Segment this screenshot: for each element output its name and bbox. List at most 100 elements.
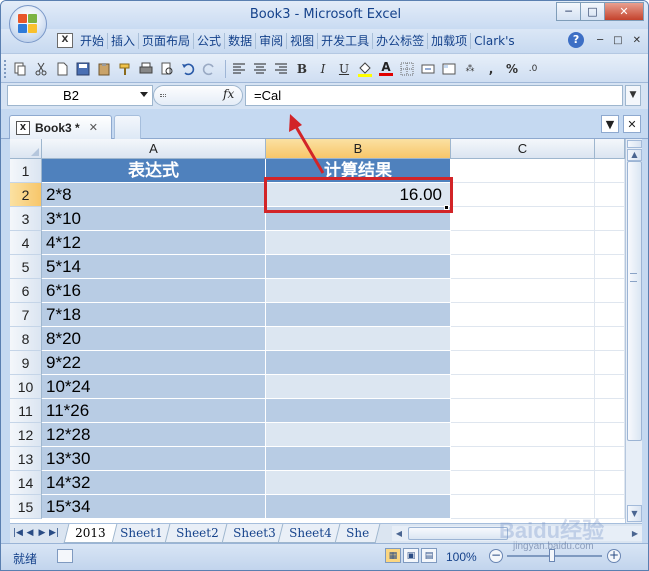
- borders-icon[interactable]: [398, 60, 416, 78]
- cell-c[interactable]: [451, 423, 595, 447]
- save-icon[interactable]: [74, 60, 92, 78]
- cell-a[interactable]: 14*32: [42, 471, 266, 495]
- column-header-d[interactable]: [595, 139, 625, 159]
- new-doc-icon[interactable]: [53, 60, 71, 78]
- tab-formulas[interactable]: 公式: [194, 33, 226, 49]
- cell-a[interactable]: 11*26: [42, 399, 266, 423]
- cell-a[interactable]: 10*24: [42, 375, 266, 399]
- sheet-tab-sheet1[interactable]: Sheet1: [108, 524, 174, 543]
- cell-b[interactable]: [266, 423, 451, 447]
- row-header[interactable]: 12: [10, 423, 42, 447]
- scissors-icon[interactable]: [32, 60, 50, 78]
- cell-a[interactable]: 5*14: [42, 255, 266, 279]
- vertical-scrollbar[interactable]: ▲ ▼: [625, 139, 642, 523]
- row-header[interactable]: 1: [10, 159, 42, 183]
- scroll-right-icon[interactable]: ▶: [628, 526, 642, 541]
- cell-c[interactable]: [451, 183, 595, 207]
- bold-icon[interactable]: B: [293, 60, 311, 78]
- cell-d[interactable]: [595, 447, 625, 471]
- tab-home[interactable]: 开始: [77, 33, 109, 49]
- chevron-down-icon[interactable]: [140, 92, 148, 97]
- cell-c[interactable]: [451, 447, 595, 471]
- format-painter-icon[interactable]: [116, 60, 134, 78]
- column-header-b[interactable]: B: [266, 139, 451, 159]
- row-header[interactable]: 8: [10, 327, 42, 351]
- cell-b[interactable]: [266, 327, 451, 351]
- cell-d[interactable]: [595, 279, 625, 303]
- row-header[interactable]: 6: [10, 279, 42, 303]
- horizontal-scroll-thumb[interactable]: [408, 527, 508, 540]
- horizontal-scrollbar[interactable]: ◀ ▶: [392, 526, 642, 541]
- cell-c[interactable]: [451, 279, 595, 303]
- align-left-icon[interactable]: [230, 60, 248, 78]
- prev-sheet-icon[interactable]: ◀: [24, 526, 36, 540]
- currency-icon[interactable]: ⁂: [461, 60, 479, 78]
- cell-c[interactable]: [451, 327, 595, 351]
- cell-a[interactable]: 8*20: [42, 327, 266, 351]
- cell-c[interactable]: [451, 471, 595, 495]
- row-header[interactable]: 9: [10, 351, 42, 375]
- comma-icon[interactable]: ,: [482, 60, 500, 78]
- cell-a[interactable]: 13*30: [42, 447, 266, 471]
- cell-d[interactable]: [595, 255, 625, 279]
- row-header[interactable]: 15: [10, 495, 42, 519]
- tab-close-button[interactable]: ✕: [623, 115, 641, 133]
- redo-icon[interactable]: [200, 60, 218, 78]
- row-header[interactable]: 2: [10, 183, 42, 207]
- cell-c[interactable]: [451, 255, 595, 279]
- spreadsheet-grid[interactable]: A B C 1 表达式 计算结果 2 2*8 16.00 3 3*10 4 4*12 5 5*14 6 6…: [10, 139, 625, 523]
- formula-input[interactable]: =Cal: [245, 85, 623, 106]
- row-header[interactable]: 13: [10, 447, 42, 471]
- italic-icon[interactable]: I: [314, 60, 332, 78]
- cell-format-icon[interactable]: [440, 60, 458, 78]
- paste-icon[interactable]: [95, 60, 113, 78]
- column-header-c[interactable]: C: [451, 139, 595, 159]
- cell-b[interactable]: [266, 375, 451, 399]
- scroll-thumb[interactable]: [627, 161, 642, 441]
- zoom-out-button[interactable]: −: [489, 549, 503, 563]
- cell-a[interactable]: 9*22: [42, 351, 266, 375]
- sheet-tab-sheet2[interactable]: Sheet2: [164, 524, 231, 543]
- zoom-level[interactable]: 100%: [446, 550, 477, 564]
- decimal-icon[interactable]: .0: [524, 60, 542, 78]
- active-cell-b2[interactable]: 16.00: [266, 183, 451, 207]
- sheet-tab-partial[interactable]: She: [334, 524, 381, 543]
- cell-d[interactable]: [595, 183, 625, 207]
- row-header[interactable]: 3: [10, 207, 42, 231]
- align-right-icon[interactable]: [272, 60, 290, 78]
- restore-button[interactable]: □: [580, 2, 605, 21]
- excel-doc-icon[interactable]: X: [57, 33, 73, 48]
- name-box[interactable]: B2: [7, 85, 153, 106]
- ribbon-close-button[interactable]: ✕: [633, 35, 641, 46]
- cell-a[interactable]: 4*12: [42, 231, 266, 255]
- tab-office-tabs[interactable]: 办公标签: [373, 33, 429, 49]
- underline-icon[interactable]: U: [335, 60, 353, 78]
- cell-c[interactable]: [451, 495, 595, 519]
- expand-formula-icon[interactable]: ▼: [625, 85, 641, 106]
- cell-b[interactable]: [266, 303, 451, 327]
- copy-format-icon[interactable]: [11, 60, 29, 78]
- cell-d[interactable]: [595, 471, 625, 495]
- split-box[interactable]: [627, 140, 642, 148]
- percent-icon[interactable]: %: [503, 60, 521, 78]
- cell-a[interactable]: 12*28: [42, 423, 266, 447]
- ribbon-minimize-button[interactable]: ─: [597, 35, 603, 46]
- fill-handle[interactable]: [444, 205, 449, 210]
- cell-d[interactable]: [595, 423, 625, 447]
- cell-b[interactable]: [266, 471, 451, 495]
- cell-d[interactable]: [595, 375, 625, 399]
- row-header[interactable]: 14: [10, 471, 42, 495]
- cell-b[interactable]: [266, 207, 451, 231]
- cell-d[interactable]: [595, 207, 625, 231]
- tab-data[interactable]: 数据: [225, 33, 257, 49]
- first-sheet-icon[interactable]: |◀: [12, 526, 24, 540]
- column-b-header-cell[interactable]: 计算结果: [266, 159, 451, 183]
- cell-a[interactable]: 15*34: [42, 495, 266, 519]
- cell-c[interactable]: [451, 303, 595, 327]
- cell-b[interactable]: [266, 255, 451, 279]
- cell-c[interactable]: [451, 351, 595, 375]
- help-icon[interactable]: ?: [568, 32, 585, 48]
- cell-d[interactable]: [595, 231, 625, 255]
- cell-d[interactable]: [595, 399, 625, 423]
- tab-insert[interactable]: 插入: [108, 33, 140, 49]
